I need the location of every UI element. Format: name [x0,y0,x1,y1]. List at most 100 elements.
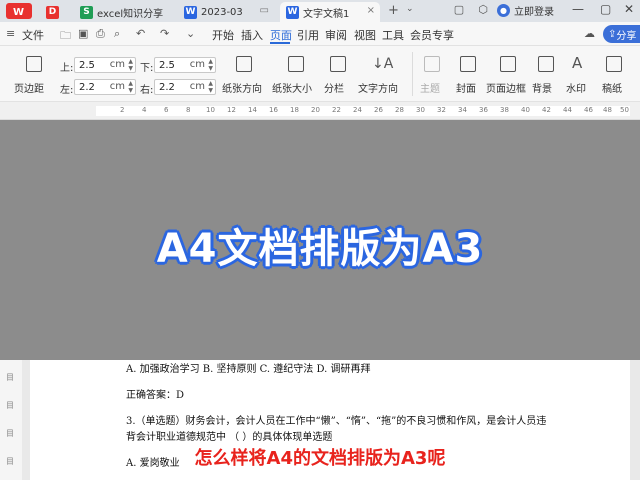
login-button[interactable]: ● 立即登录 [497,3,554,18]
menu-page[interactable]: 页面 [270,27,292,43]
divider [412,52,413,96]
background-button[interactable]: 背景 [532,80,552,95]
left-margin-value: 2.2 [79,81,95,93]
ruler-number: 42 [542,106,551,114]
menu-view[interactable]: 视图 [354,27,376,43]
window-icon[interactable]: ▢ [452,3,466,17]
tab-label: 2023-03 [201,6,243,18]
top-margin-input[interactable]: 2.5 cm ▲ ▼ [74,57,136,73]
ruler-number: 24 [353,106,362,114]
spreadsheet-icon: S [80,5,93,19]
menu-home[interactable]: 开始 [212,27,234,43]
writer-icon: W [184,5,197,19]
stepper-icon[interactable]: ▲ ▼ [128,58,133,72]
tab-bar: W D S excel知识分享 W 2023-03 ▭ W 文字文稿1 × + … [0,0,640,22]
new-tab-icon[interactable]: + [388,3,399,18]
right-margin-input[interactable]: 2.2 cm ▲ ▼ [154,79,216,95]
top-margin-label: 上: [60,63,74,74]
ruler-number: 18 [290,106,299,114]
print-icon[interactable]: ⎙ [96,27,105,41]
share-button[interactable]: ⇪ 分享 [603,25,640,43]
tab-label: 文字文稿1 [303,8,350,20]
margins-icon[interactable] [26,56,42,72]
doc-line: 背会计职业道德规范中 （ ）的具体体现单选题 [126,432,333,443]
menu-review[interactable]: 审阅 [325,27,347,43]
nav-icon[interactable]: 目 [6,400,14,411]
right-margin-label: 右: [140,85,154,96]
save-icon[interactable]: ▣ [78,27,88,40]
tab-docer[interactable]: D [40,2,64,22]
close-icon[interactable]: × [367,5,375,16]
tab-excel[interactable]: S excel知识分享 [74,2,170,22]
maximize-icon[interactable]: ▢ [600,2,611,16]
cube-icon[interactable]: ⬡ [476,3,490,17]
columns-button[interactable]: 分栏 [324,80,344,95]
theme-button[interactable]: 主题 [420,80,440,95]
ruler-number: 10 [206,106,215,114]
tab-2023[interactable]: W 2023-03 ▭ [178,2,274,22]
nav-icon[interactable]: 目 [6,372,14,383]
stepper-icon[interactable]: ▲ ▼ [208,80,213,94]
redo-icon[interactable]: ↷ [160,27,169,40]
ruler-number: 48 [603,106,612,114]
doc-line: 3.（单选题）财务会计，会计人员在工作中“懒”、“惰”、“拖”的不良习惯和作风，… [126,416,547,427]
ruler-number: 20 [311,106,320,114]
close-window-icon[interactable]: ✕ [624,2,634,16]
unit-label: cm [189,81,205,92]
cloud-icon[interactable]: ☁ [584,27,595,40]
tab-document1[interactable]: W 文字文稿1 × [280,2,380,22]
avatar-icon: ● [497,4,510,17]
undo-icon[interactable]: ↶ [136,27,145,40]
page-border-button[interactable]: 页面边框 [486,80,526,95]
manuscript-icon[interactable] [606,56,622,72]
page-border-icon[interactable] [500,56,516,72]
ruler-number: 6 [164,106,169,114]
menu-file[interactable]: 文件 [22,27,44,43]
columns-icon[interactable] [330,56,346,72]
menu-insert[interactable]: 插入 [241,27,263,43]
ruler-number: 4 [142,106,147,114]
stepper-icon[interactable]: ▲ ▼ [208,58,213,72]
svg-text:W: W [13,7,24,18]
ruler-number: 30 [416,106,425,114]
page-size-button[interactable]: 纸张大小 [272,80,312,95]
manuscript-button[interactable]: 稿纸 [602,80,622,95]
overlay-title: A4文档排版为A3 [156,226,484,272]
share-label: 分享 [616,30,637,42]
stepper-icon[interactable]: ▲ ▼ [128,80,133,94]
nav-icon[interactable]: 目 [6,428,14,439]
page-orientation-icon[interactable] [236,56,252,72]
title-overlay: A4文档排版为A3 [0,120,640,360]
chevron-down-icon[interactable]: ⌄ [406,4,414,14]
preview-icon[interactable]: ⌕ [114,27,120,41]
chevron-down-icon[interactable]: ⌄ [186,27,195,40]
page-size-icon[interactable] [288,56,304,72]
horizontal-ruler[interactable]: 2 4 6 8 10 12 14 16 18 20 22 24 26 28 30… [0,102,640,120]
ruler-number: 32 [437,106,446,114]
bottom-margin-input[interactable]: 2.5 cm ▲ ▼ [154,57,216,73]
text-direction-icon[interactable]: ↓A [372,56,393,72]
folder-icon[interactable]: 🗀 [60,27,71,46]
menu-tools[interactable]: 工具 [382,27,404,43]
cover-button[interactable]: 封面 [456,80,476,95]
share-icon: ⇪ [608,28,617,40]
wps-logo-icon[interactable]: W [6,3,32,19]
left-margin-label: 左: [60,85,74,96]
margins-button[interactable]: 页边距 [14,80,44,95]
minimize-icon[interactable]: — [572,2,584,16]
page-orientation-button[interactable]: 纸张方向 [222,80,262,95]
menu-membership[interactable]: 会员专享 [410,27,454,43]
menu-references[interactable]: 引用 [297,27,319,43]
unit-label: cm [189,59,205,70]
left-margin-input[interactable]: 2.2 cm ▲ ▼ [74,79,136,95]
screen-icon[interactable]: ▭ [260,5,269,16]
background-icon[interactable] [538,56,554,72]
watermark-button[interactable]: 水印 [566,80,586,95]
hamburger-icon[interactable]: ≡ [6,27,15,40]
ruler-number: 26 [374,106,383,114]
theme-icon[interactable] [424,56,440,72]
watermark-icon[interactable]: A [572,54,582,72]
tab-label: excel知识分享 [97,8,164,20]
text-direction-button[interactable]: 文字方向 [358,80,398,95]
cover-icon[interactable] [460,56,476,72]
